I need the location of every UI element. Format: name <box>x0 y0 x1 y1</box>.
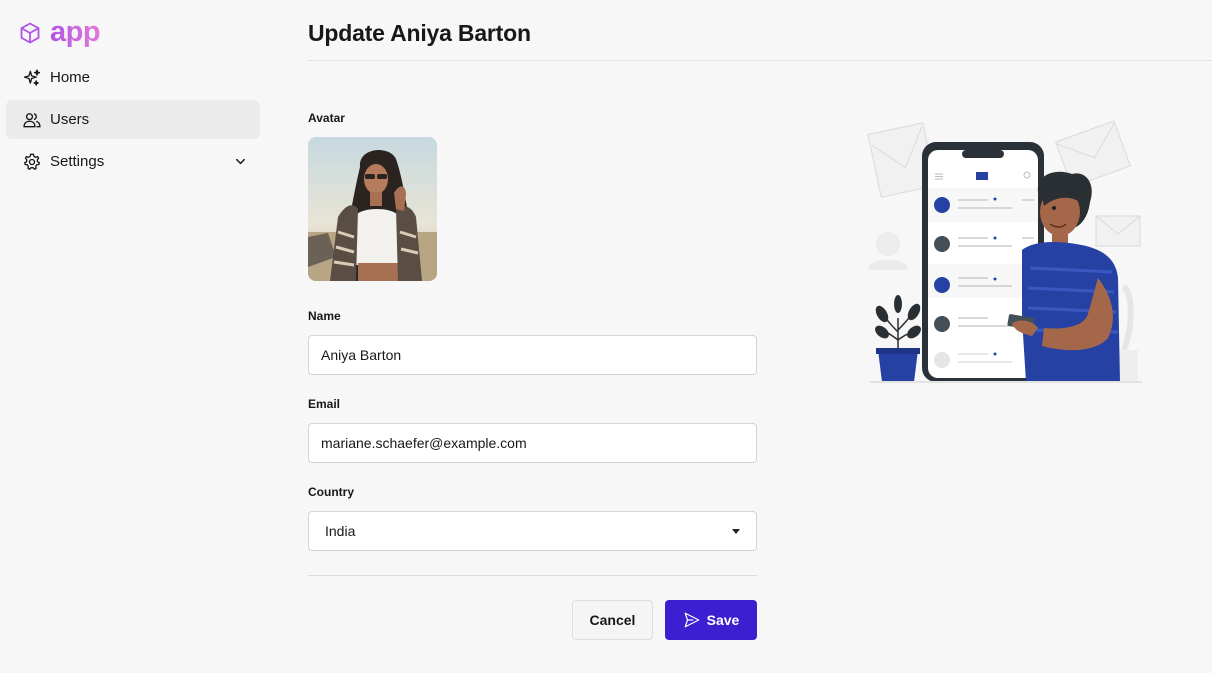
country-select[interactable]: India <box>308 511 757 551</box>
cube-icon <box>20 22 40 43</box>
country-select-value: India <box>325 523 356 539</box>
illustration <box>867 120 1142 383</box>
cancel-button[interactable]: Cancel <box>572 600 653 640</box>
avatar-label: Avatar <box>308 111 345 125</box>
sparkles-icon <box>23 68 41 86</box>
cancel-button-label: Cancel <box>589 612 636 628</box>
logo-text: app <box>50 16 101 48</box>
save-button[interactable]: Save <box>665 600 757 640</box>
caret-down-icon <box>732 529 740 534</box>
email-label: Email <box>308 397 341 411</box>
name-input[interactable] <box>308 335 757 375</box>
send-icon <box>684 612 699 628</box>
sidebar-item-home[interactable]: Home <box>6 58 260 97</box>
sidebar: app Home Users Settings <box>0 0 268 673</box>
save-button-label: Save <box>706 612 740 628</box>
sidebar-item-settings[interactable]: Settings <box>6 142 260 181</box>
page-title: Update Aniya Barton <box>308 20 531 46</box>
avatar[interactable] <box>308 137 437 281</box>
name-label: Name <box>308 309 341 323</box>
sidebar-item-users[interactable]: Users <box>6 100 260 139</box>
sidebar-item-label: Settings <box>50 153 105 170</box>
form-divider <box>308 575 757 576</box>
header-divider <box>308 60 1212 61</box>
gear-icon <box>24 153 40 170</box>
sidebar-nav: Home Users Settings <box>6 58 260 184</box>
app-logo[interactable]: app <box>18 16 101 48</box>
avatar-photo <box>308 137 437 281</box>
sidebar-item-label: Users <box>50 111 90 128</box>
chevron-down-icon[interactable] <box>233 154 248 169</box>
users-icon <box>23 112 41 127</box>
country-label: Country <box>308 485 354 499</box>
sidebar-item-label: Home <box>50 69 91 86</box>
email-input[interactable] <box>308 423 757 463</box>
